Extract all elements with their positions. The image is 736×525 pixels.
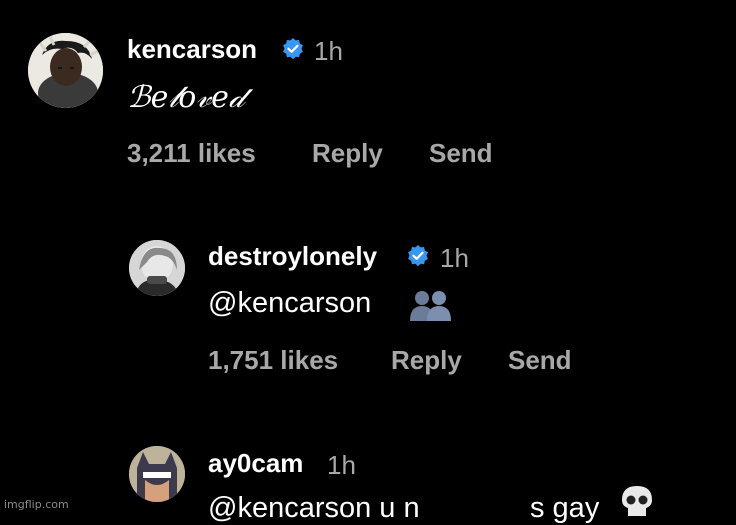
comment-text-tail: s gay bbox=[530, 492, 600, 524]
avatar-ay0cam-image bbox=[129, 446, 185, 502]
comment-username[interactable]: ay0cam bbox=[208, 448, 303, 479]
comment-ay0cam: ay0cam 1h @kencarson u n s gay bbox=[0, 0, 736, 524]
skull-icon bbox=[618, 484, 656, 521]
comment-text: @kencarson u n bbox=[208, 492, 420, 524]
watermark: imgflip.com bbox=[4, 498, 69, 511]
comment-time: 1h bbox=[327, 450, 356, 480]
avatar[interactable] bbox=[129, 446, 185, 502]
